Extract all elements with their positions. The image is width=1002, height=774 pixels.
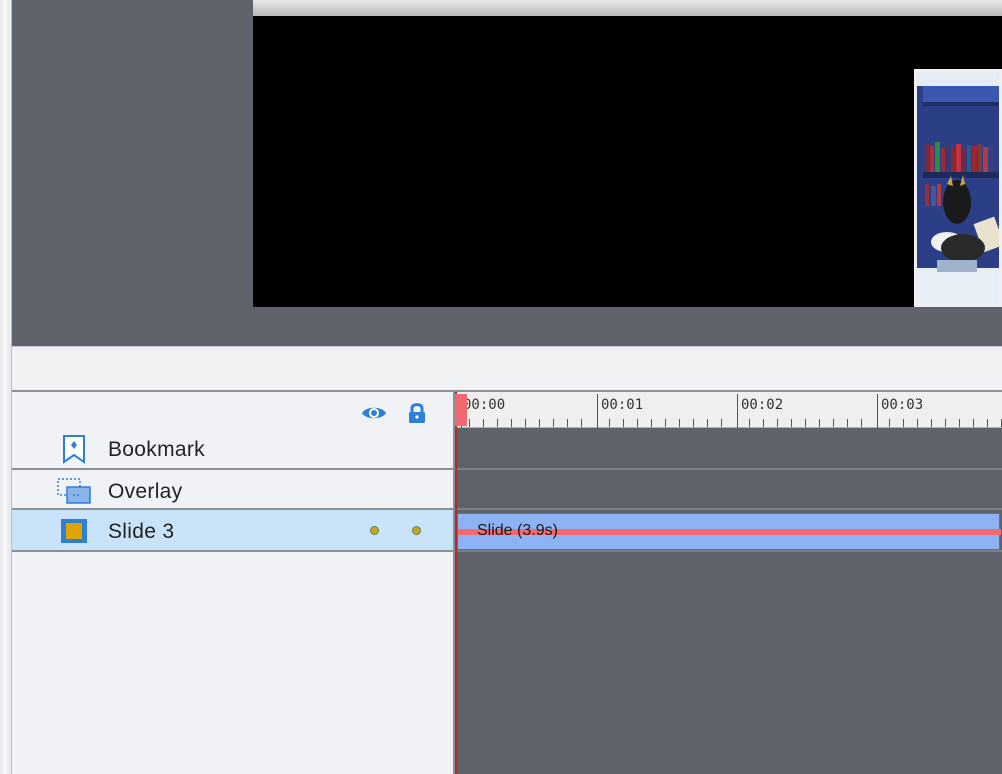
slide-clip[interactable]: Slide (3.9s) (457, 513, 1001, 550)
layer-name-slide-3: Slide 3 (108, 520, 175, 543)
ruler-minor-tick (749, 419, 750, 427)
ruler-minor-tick (945, 419, 946, 427)
slide-clip-label: Slide (3.9s) (477, 522, 558, 539)
ruler-minor-tick (497, 419, 498, 427)
lock-dot[interactable] (412, 526, 421, 535)
overlay-icon (56, 478, 92, 504)
layer-name-overlay: Overlay (108, 480, 183, 503)
ruler-minor-tick (791, 419, 792, 427)
ruler-minor-tick (609, 419, 610, 427)
ruler-minor-tick (539, 419, 540, 427)
ruler-minor-tick (707, 419, 708, 427)
playhead-line[interactable] (455, 392, 457, 774)
ruler-minor-tick (777, 419, 778, 427)
ruler-minor-tick (889, 419, 890, 427)
time-ruler[interactable]: 00:00 00:01 00:02 00:03 (455, 392, 1002, 428)
ruler-minor-tick (833, 419, 834, 427)
ruler-minor-tick (903, 419, 904, 427)
layer-row-bookmark[interactable]: Bookmark (12, 428, 453, 470)
ruler-minor-tick (763, 419, 764, 427)
ruler-minor-tick (693, 419, 694, 427)
ruler-minor-tick (511, 419, 512, 427)
slide-top-bar (253, 0, 1002, 16)
timeline-panel: Bookmark Overlay Slide 3 00:00 00:01 00:… (12, 390, 1002, 774)
ruler-minor-tick (553, 419, 554, 427)
ruler-major-tick (877, 394, 878, 428)
video-thumbnail[interactable] (914, 69, 1002, 307)
layer-name-bookmark: Bookmark (108, 438, 205, 461)
ruler-minor-tick (651, 419, 652, 427)
visibility-dot[interactable] (370, 526, 379, 535)
ruler-label: 00:03 (881, 397, 924, 413)
timeline-tracks: 00:00 00:01 00:02 00:03 Slide (3.9s) (455, 392, 1002, 774)
ruler-minor-tick (483, 419, 484, 427)
layer-row-slide-3[interactable]: Slide 3 (12, 510, 453, 552)
slide-canvas[interactable] (253, 16, 1002, 307)
ruler-minor-tick (469, 419, 470, 427)
track-overlay[interactable] (455, 470, 1002, 510)
ruler-minor-tick (931, 419, 932, 427)
layers-panel: Bookmark Overlay Slide 3 (12, 392, 455, 774)
window-left-edge (0, 0, 12, 774)
ruler-minor-tick (987, 419, 988, 427)
ruler-minor-tick (567, 419, 568, 427)
playhead-handle[interactable] (455, 394, 467, 426)
ruler-minor-tick (581, 419, 582, 427)
lock-icon[interactable] (404, 402, 430, 424)
ruler-minor-tick (679, 419, 680, 427)
track-bookmark[interactable] (455, 428, 1002, 470)
video-thumbnail-image (917, 72, 999, 304)
track-slide-3[interactable]: Slide (3.9s) (455, 510, 1002, 552)
ruler-label: 00:01 (601, 397, 644, 413)
ruler-minor-tick (959, 419, 960, 427)
ruler-major-tick (597, 394, 598, 428)
ruler-minor-tick (637, 419, 638, 427)
ruler-minor-tick (623, 419, 624, 427)
ruler-minor-tick (847, 419, 848, 427)
ruler-label: 00:00 (463, 397, 506, 413)
ruler-minor-tick (805, 419, 806, 427)
ruler-minor-tick (973, 419, 974, 427)
ruler-minor-tick (665, 419, 666, 427)
ruler-minor-tick (525, 419, 526, 427)
ruler-minor-tick (819, 419, 820, 427)
layers-header (12, 392, 453, 428)
ruler-label: 00:02 (741, 397, 784, 413)
ruler-minor-tick (721, 419, 722, 427)
stage-bottom-band (12, 346, 1002, 390)
layer-row-overlay[interactable]: Overlay (12, 470, 453, 510)
slide-icon (56, 518, 92, 544)
ruler-minor-tick (861, 419, 862, 427)
bookmark-icon (56, 435, 92, 464)
ruler-minor-tick (917, 419, 918, 427)
ruler-major-tick (737, 394, 738, 428)
eye-icon[interactable] (361, 402, 387, 424)
stage-area (12, 0, 1002, 346)
